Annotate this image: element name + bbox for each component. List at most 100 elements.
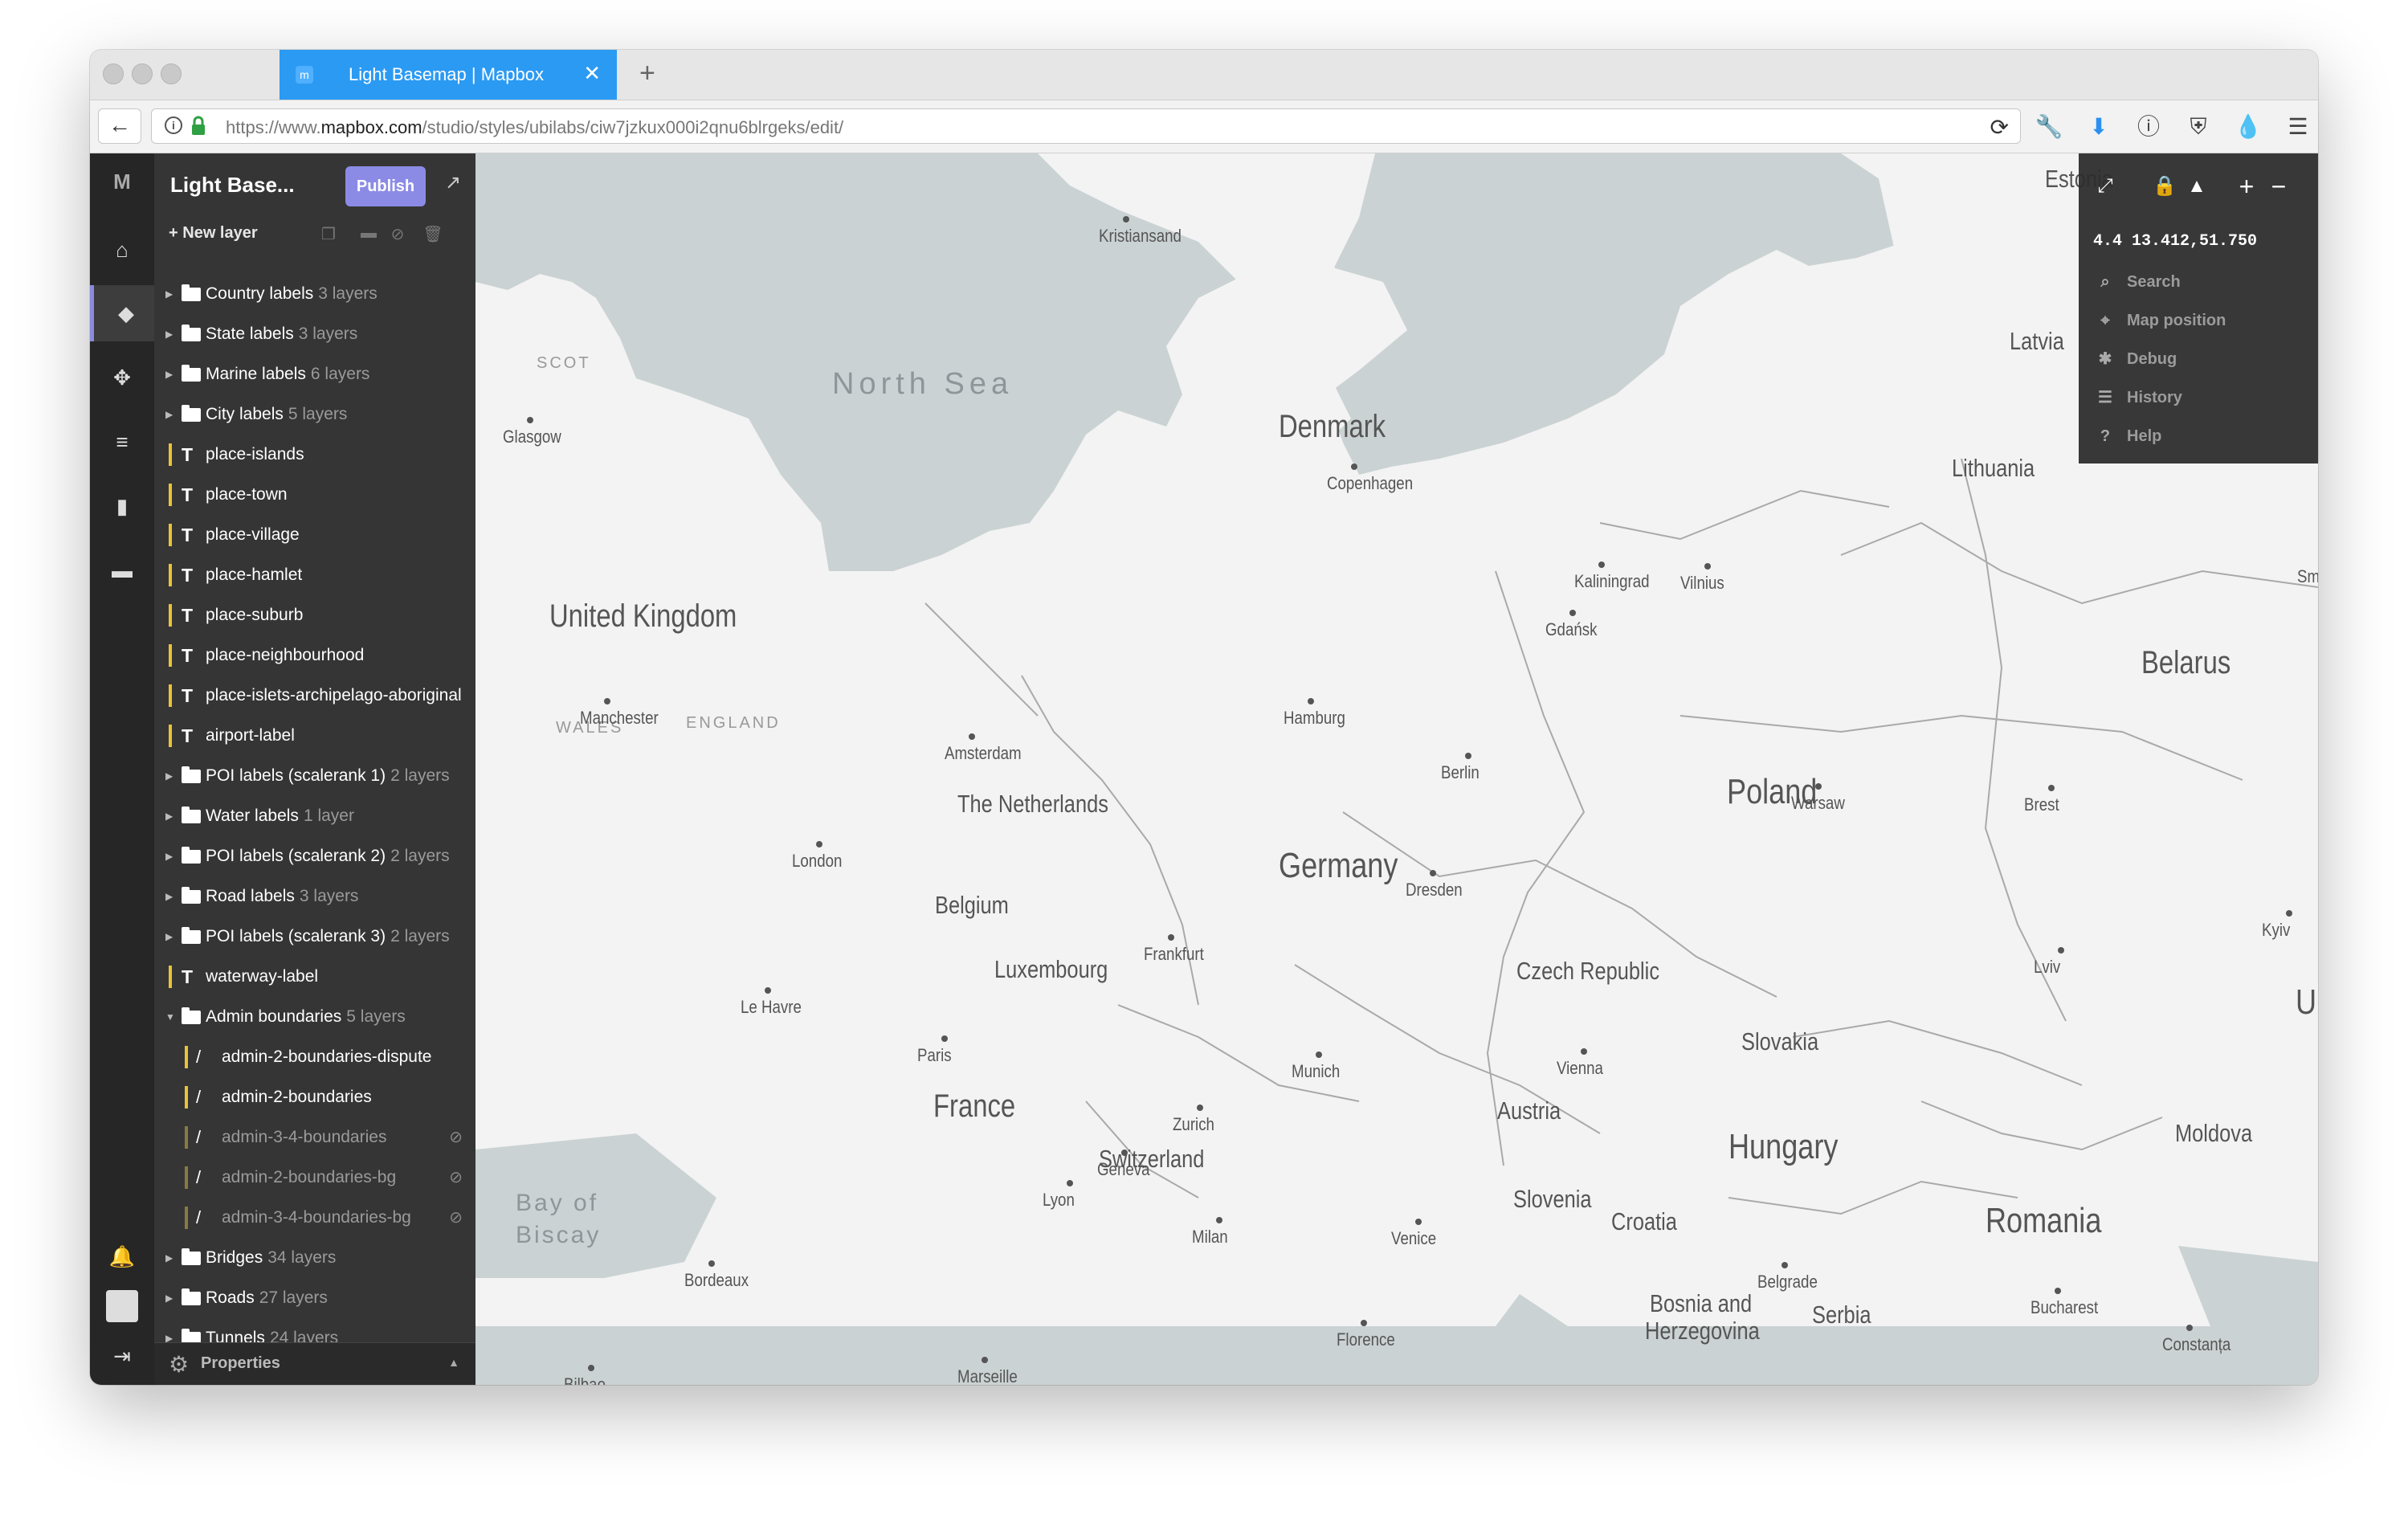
history-menu-item[interactable]: ☰ History <box>2093 382 2182 414</box>
city-label: Glasgow <box>503 427 561 447</box>
layer-item[interactable]: Tplace-suburb <box>154 595 475 635</box>
components-icon[interactable]: ✥ <box>90 349 154 406</box>
layer-item[interactable]: / admin-3-4-boundaries ⊘ <box>154 1117 475 1158</box>
ublock-icon[interactable]: ⛨ <box>2183 112 2214 142</box>
layer-item[interactable]: ▶ POI labels (scalerank 2) 2 layers <box>154 836 475 876</box>
publish-button[interactable]: Publish <box>345 166 426 206</box>
layer-item[interactable]: ▶ Water labels 1 layer <box>154 796 475 836</box>
layer-item[interactable]: ▶ Country labels 3 layers <box>154 274 475 314</box>
paint-bucket-icon[interactable]: ◆ <box>90 285 158 341</box>
layer-item[interactable]: ▶ Bridges 34 layers <box>154 1238 475 1278</box>
city-dot <box>588 1365 594 1371</box>
map-canvas[interactable]: North Sea Bay of Biscay SCOT WALES ENGLA… <box>475 153 2318 1385</box>
layer-item[interactable]: ▼ Admin boundaries 5 layers <box>154 997 475 1037</box>
new-layer-button[interactable]: + New layer <box>169 224 258 243</box>
zoom-out-button[interactable]: − <box>2263 171 2294 202</box>
chevron-right-icon[interactable]: ▶ <box>165 1238 173 1278</box>
browser-tab[interactable]: m Light Basemap | Mapbox ✕ <box>280 50 617 100</box>
map-position-menu-item[interactable]: ⌖ Map position <box>2093 304 2226 337</box>
layer-item[interactable]: Tplace-hamlet <box>154 555 475 595</box>
chevron-right-icon[interactable]: ▶ <box>165 354 173 394</box>
country-label: Croatia <box>1611 1207 1677 1235</box>
layer-name: Road labels <box>206 887 295 905</box>
hidden-eye-icon[interactable]: ⊘ <box>449 1117 463 1158</box>
new-tab-button[interactable]: + <box>639 58 655 89</box>
download-icon[interactable]: ⬇ <box>2084 112 2114 142</box>
city-label: Brest <box>2024 794 2059 815</box>
properties-bar[interactable]: ⚙ Properties ▲ <box>154 1342 475 1385</box>
tab-close-icon[interactable]: ✕ <box>583 61 601 86</box>
layer-item[interactable]: Tplace-neighbourhood <box>154 635 475 676</box>
city-label: Lyon <box>1043 1190 1075 1210</box>
external-link-icon[interactable]: ↗ <box>445 171 461 194</box>
chevron-right-icon[interactable]: ▶ <box>165 274 173 314</box>
layer-item[interactable]: / admin-2-boundaries-bg ⊘ <box>154 1158 475 1198</box>
delete-layer-icon[interactable]: 🗑 <box>422 224 443 245</box>
chevron-right-icon[interactable]: ▶ <box>165 756 173 796</box>
onepassword-icon[interactable]: ⓘ <box>2133 112 2164 142</box>
layer-item[interactable]: Tplace-islets-archipelago-aboriginal <box>154 676 475 716</box>
chevron-right-icon[interactable]: ▶ <box>165 394 173 435</box>
sign-out-icon[interactable]: ⇥ <box>90 1328 154 1384</box>
layer-name: Admin boundaries <box>206 1007 342 1026</box>
duplicate-layer-icon[interactable]: ❐ <box>318 224 339 245</box>
chevron-right-icon[interactable]: ▶ <box>165 917 173 957</box>
home-icon[interactable]: ⌂ <box>90 222 154 278</box>
search-menu-item[interactable]: ⌕ Search <box>2093 266 2180 298</box>
fullscreen-icon[interactable]: ⤢ <box>2090 171 2120 202</box>
database-icon[interactable]: ≡ <box>90 414 154 470</box>
mapbox-logo-icon[interactable]: M <box>90 153 154 210</box>
minimize-window-button[interactable] <box>132 63 153 84</box>
layer-color-bar <box>185 1046 188 1068</box>
chevron-up-icon[interactable]: ▲ <box>448 1356 459 1369</box>
maximize-window-button[interactable] <box>161 63 182 84</box>
chevron-right-icon[interactable]: ▶ <box>165 314 173 354</box>
layer-item[interactable]: Twaterway-label <box>154 957 475 997</box>
zoom-in-button[interactable]: + <box>2231 171 2262 202</box>
city-label: Warsaw <box>1791 793 1845 813</box>
avatar[interactable] <box>90 1276 154 1333</box>
stats-icon[interactable]: ▮ <box>90 478 154 534</box>
drop-icon[interactable]: 💧 <box>2233 112 2263 142</box>
north-arrow-icon[interactable]: ▲ <box>2181 171 2212 202</box>
address-bar[interactable]: i https://www.mapbox.com/studio/styles/u… <box>151 108 2021 144</box>
layer-item[interactable]: ▶ State labels 3 layers <box>154 314 475 354</box>
debug-menu-item[interactable]: ✱ Debug <box>2093 343 2177 375</box>
folder-icon[interactable]: ▬ <box>90 542 154 598</box>
lock-map-icon[interactable]: 🔒 <box>2149 171 2180 202</box>
layer-item[interactable]: ▶ Road labels 3 layers <box>154 876 475 917</box>
close-window-button[interactable] <box>103 63 124 84</box>
chevron-right-icon[interactable]: ▶ <box>165 836 173 876</box>
layer-item[interactable]: / admin-2-boundaries <box>154 1077 475 1117</box>
layer-item[interactable]: / admin-3-4-boundaries-bg ⊘ <box>154 1198 475 1238</box>
chevron-right-icon[interactable]: ▶ <box>165 1278 173 1318</box>
layer-item[interactable]: Tplace-town <box>154 475 475 515</box>
chevron-down-icon[interactable]: ▼ <box>165 997 175 1037</box>
hide-layer-icon[interactable]: ⊘ <box>387 224 408 245</box>
layer-item[interactable]: ▶ Roads 27 layers <box>154 1278 475 1318</box>
back-button[interactable]: ← <box>98 108 141 144</box>
layer-item[interactable]: Tplace-islands <box>154 435 475 475</box>
layer-item[interactable]: Tairport-label <box>154 716 475 756</box>
layer-item[interactable]: ▶ POI labels (scalerank 3) 2 layers <box>154 917 475 957</box>
text-layer-icon: T <box>182 565 194 586</box>
layer-item[interactable]: ▶ POI labels (scalerank 1) 2 layers <box>154 756 475 796</box>
wrench-icon[interactable]: 🔧 <box>2034 112 2064 142</box>
help-menu-item[interactable]: ? Help <box>2093 420 2161 452</box>
layer-item[interactable]: Tplace-village <box>154 515 475 555</box>
style-name[interactable]: Light Base... <box>170 173 295 198</box>
city-dot <box>1465 753 1471 759</box>
group-layers-icon[interactable]: ▬ <box>358 224 379 245</box>
layer-item[interactable]: ▶ City labels 5 layers <box>154 394 475 435</box>
city-label: Smolensk <box>2297 566 2318 586</box>
layer-item[interactable]: ▶ Marine labels 6 layers <box>154 354 475 394</box>
hidden-eye-icon[interactable]: ⊘ <box>449 1198 463 1238</box>
hidden-eye-icon[interactable]: ⊘ <box>449 1158 463 1198</box>
info-icon[interactable]: i <box>165 116 182 134</box>
chevron-right-icon[interactable]: ▶ <box>165 876 173 917</box>
chevron-right-icon[interactable]: ▶ <box>165 796 173 836</box>
country-label: Denmark <box>1279 409 1386 444</box>
layer-item[interactable]: / admin-2-boundaries-dispute <box>154 1037 475 1077</box>
reload-icon[interactable]: ⟳ <box>1990 114 2009 141</box>
menu-icon[interactable]: ☰ <box>2283 112 2313 142</box>
